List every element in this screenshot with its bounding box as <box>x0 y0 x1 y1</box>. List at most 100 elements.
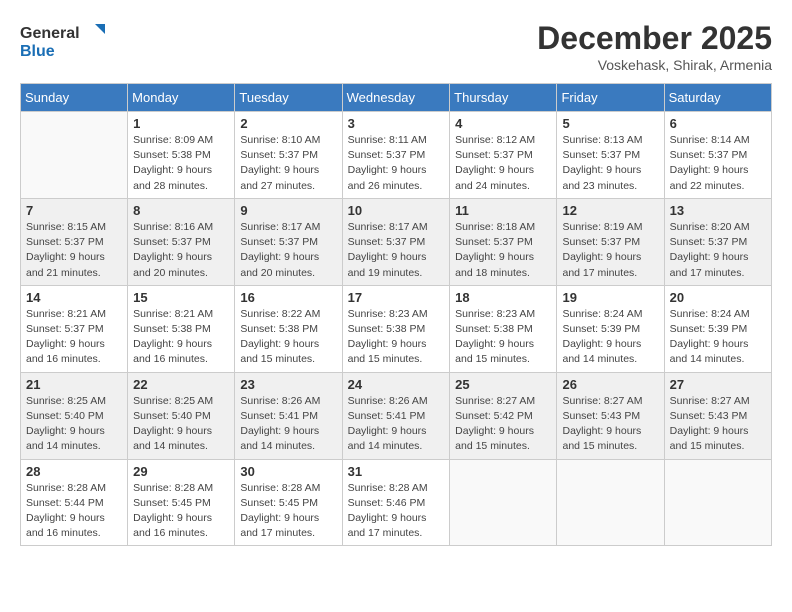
table-row: 8 Sunrise: 8:16 AMSunset: 5:37 PMDaylight… <box>128 198 235 285</box>
day-info: Sunrise: 8:14 AMSunset: 5:37 PMDaylight:… <box>670 133 766 194</box>
day-number: 21 <box>26 377 122 392</box>
table-row: 11Sunrise: 8:18 AMSunset: 5:37 PMDayligh… <box>450 198 557 285</box>
svg-text:Blue: Blue <box>20 43 55 60</box>
day-info: Sunrise: 8:10 AMSunset: 5:37 PMDaylight:… <box>240 133 336 194</box>
day-info: Sunrise: 8:21 AMSunset: 5:38 PMDaylight:… <box>133 307 229 368</box>
table-row <box>557 459 664 546</box>
day-number: 23 <box>240 377 336 392</box>
table-row: 27 Sunrise: 8:27 AMSunset: 5:43 PMDayligh… <box>664 372 771 459</box>
day-number: 6 <box>670 116 766 131</box>
weekday-header-wednesday: Wednesday <box>342 84 450 112</box>
day-number: 28 <box>26 464 122 479</box>
day-info: Sunrise: 8:09 AMSunset: 5:38 PMDaylight:… <box>133 133 229 194</box>
month-title: December 2025 <box>537 20 772 57</box>
day-info: Sunrise: 8:27 AMSunset: 5:42 PMDaylight:… <box>455 394 551 455</box>
table-row: 25 Sunrise: 8:27 AMSunset: 5:42 PMDayligh… <box>450 372 557 459</box>
day-number: 29 <box>133 464 229 479</box>
table-row: 2Sunrise: 8:10 AMSunset: 5:37 PMDaylight… <box>235 112 342 199</box>
day-info: Sunrise: 8:15 AMSunset: 5:37 PMDaylight:… <box>26 220 122 281</box>
logo: General Blue <box>20 20 110 64</box>
day-info: Sunrise: 8:26 AMSunset: 5:41 PMDaylight:… <box>348 394 445 455</box>
table-row: 18 Sunrise: 8:23 AMSunset: 5:38 PMDayligh… <box>450 285 557 372</box>
weekday-header-friday: Friday <box>557 84 664 112</box>
day-info: Sunrise: 8:16 AMSunset: 5:37 PMDaylight:… <box>133 220 229 281</box>
page-header: General Blue December 2025 Voskehask, Sh… <box>20 20 772 73</box>
day-number: 14 <box>26 290 122 305</box>
table-row: 4 Sunrise: 8:12 AMSunset: 5:37 PMDaylight… <box>450 112 557 199</box>
day-number: 11 <box>455 203 551 218</box>
table-row: 15 Sunrise: 8:21 AMSunset: 5:38 PMDayligh… <box>128 285 235 372</box>
table-row: 16Sunrise: 8:22 AMSunset: 5:38 PMDayligh… <box>235 285 342 372</box>
table-row <box>21 112 128 199</box>
day-info: Sunrise: 8:26 AMSunset: 5:41 PMDaylight:… <box>240 394 336 455</box>
day-number: 7 <box>26 203 122 218</box>
table-row: 10Sunrise: 8:17 AMSunset: 5:37 PMDayligh… <box>342 198 450 285</box>
table-row: 19 Sunrise: 8:24 AMSunset: 5:39 PMDayligh… <box>557 285 664 372</box>
table-row: 29 Sunrise: 8:28 AMSunset: 5:45 PMDayligh… <box>128 459 235 546</box>
day-info: Sunrise: 8:23 AMSunset: 5:38 PMDaylight:… <box>455 307 551 368</box>
day-number: 27 <box>670 377 766 392</box>
table-row: 21 Sunrise: 8:25 AMSunset: 5:40 PMDayligh… <box>21 372 128 459</box>
title-block: December 2025 Voskehask, Shirak, Armenia <box>537 20 772 73</box>
table-row <box>450 459 557 546</box>
day-info: Sunrise: 8:25 AMSunset: 5:40 PMDaylight:… <box>26 394 122 455</box>
day-info: Sunrise: 8:13 AMSunset: 5:37 PMDaylight:… <box>562 133 658 194</box>
day-number: 10 <box>348 203 445 218</box>
day-number: 30 <box>240 464 336 479</box>
table-row: 5 Sunrise: 8:13 AMSunset: 5:37 PMDaylight… <box>557 112 664 199</box>
table-row: 17 Sunrise: 8:23 AMSunset: 5:38 PMDayligh… <box>342 285 450 372</box>
day-number: 31 <box>348 464 445 479</box>
day-info: Sunrise: 8:12 AMSunset: 5:37 PMDaylight:… <box>455 133 551 194</box>
location-subtitle: Voskehask, Shirak, Armenia <box>537 57 772 73</box>
day-info: Sunrise: 8:27 AMSunset: 5:43 PMDaylight:… <box>670 394 766 455</box>
weekday-header-thursday: Thursday <box>450 84 557 112</box>
day-number: 24 <box>348 377 445 392</box>
logo-svg: General Blue <box>20 20 110 64</box>
day-number: 19 <box>562 290 658 305</box>
day-info: Sunrise: 8:25 AMSunset: 5:40 PMDaylight:… <box>133 394 229 455</box>
day-number: 26 <box>562 377 658 392</box>
day-number: 4 <box>455 116 551 131</box>
day-number: 15 <box>133 290 229 305</box>
day-number: 18 <box>455 290 551 305</box>
table-row: 24 Sunrise: 8:26 AMSunset: 5:41 PMDayligh… <box>342 372 450 459</box>
table-row: 1 Sunrise: 8:09 AMSunset: 5:38 PMDaylight… <box>128 112 235 199</box>
day-number: 8 <box>133 203 229 218</box>
day-info: Sunrise: 8:28 AMSunset: 5:45 PMDaylight:… <box>240 481 336 542</box>
day-info: Sunrise: 8:24 AMSunset: 5:39 PMDaylight:… <box>562 307 658 368</box>
day-number: 20 <box>670 290 766 305</box>
table-row <box>664 459 771 546</box>
day-info: Sunrise: 8:19 AMSunset: 5:37 PMDaylight:… <box>562 220 658 281</box>
day-info: Sunrise: 8:28 AMSunset: 5:44 PMDaylight:… <box>26 481 122 542</box>
day-info: Sunrise: 8:22 AMSunset: 5:38 PMDaylight:… <box>240 307 336 368</box>
table-row: 23 Sunrise: 8:26 AMSunset: 5:41 PMDayligh… <box>235 372 342 459</box>
day-info: Sunrise: 8:27 AMSunset: 5:43 PMDaylight:… <box>562 394 658 455</box>
table-row: 30 Sunrise: 8:28 AMSunset: 5:45 PMDayligh… <box>235 459 342 546</box>
day-number: 9 <box>240 203 336 218</box>
table-row: 7 Sunrise: 8:15 AMSunset: 5:37 PMDaylight… <box>21 198 128 285</box>
weekday-header-monday: Monday <box>128 84 235 112</box>
day-info: Sunrise: 8:23 AMSunset: 5:38 PMDaylight:… <box>348 307 445 368</box>
calendar-table: SundayMondayTuesdayWednesdayThursdayFrid… <box>20 83 772 546</box>
weekday-header-sunday: Sunday <box>21 84 128 112</box>
table-row: 20Sunrise: 8:24 AMSunset: 5:39 PMDayligh… <box>664 285 771 372</box>
weekday-header-tuesday: Tuesday <box>235 84 342 112</box>
day-number: 25 <box>455 377 551 392</box>
table-row: 9 Sunrise: 8:17 AMSunset: 5:37 PMDaylight… <box>235 198 342 285</box>
day-number: 5 <box>562 116 658 131</box>
day-number: 13 <box>670 203 766 218</box>
day-info: Sunrise: 8:21 AMSunset: 5:37 PMDaylight:… <box>26 307 122 368</box>
table-row: 26 Sunrise: 8:27 AMSunset: 5:43 PMDayligh… <box>557 372 664 459</box>
day-info: Sunrise: 8:28 AMSunset: 5:46 PMDaylight:… <box>348 481 445 542</box>
table-row: 28 Sunrise: 8:28 AMSunset: 5:44 PMDayligh… <box>21 459 128 546</box>
day-number: 12 <box>562 203 658 218</box>
day-number: 17 <box>348 290 445 305</box>
day-info: Sunrise: 8:17 AMSunset: 5:37 PMDaylight:… <box>240 220 336 281</box>
table-row: 31 Sunrise: 8:28 AMSunset: 5:46 PMDayligh… <box>342 459 450 546</box>
table-row: 6 Sunrise: 8:14 AMSunset: 5:37 PMDaylight… <box>664 112 771 199</box>
day-info: Sunrise: 8:11 AMSunset: 5:37 PMDaylight:… <box>348 133 445 194</box>
table-row: 3Sunrise: 8:11 AMSunset: 5:37 PMDaylight… <box>342 112 450 199</box>
day-number: 1 <box>133 116 229 131</box>
table-row: 13Sunrise: 8:20 AMSunset: 5:37 PMDayligh… <box>664 198 771 285</box>
day-info: Sunrise: 8:28 AMSunset: 5:45 PMDaylight:… <box>133 481 229 542</box>
